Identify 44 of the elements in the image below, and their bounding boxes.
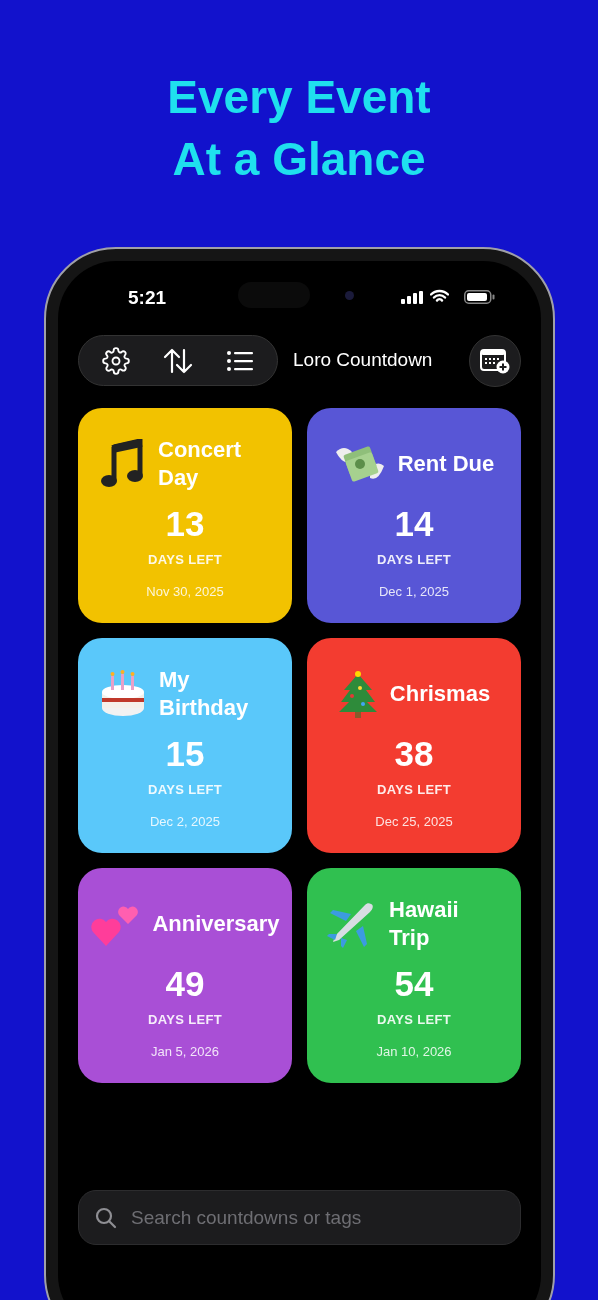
list-icon	[226, 348, 254, 373]
event-title: Anniversary	[152, 910, 280, 938]
calendar-add-icon	[480, 347, 510, 374]
music-note-icon	[100, 439, 146, 489]
days-left-label: DAYS LEFT	[377, 551, 451, 569]
signal-icon	[401, 291, 423, 304]
event-card[interactable]: Anniversary 49 DAYS LEFT Jan 5, 2026	[78, 868, 292, 1083]
event-date: Jan 10, 2026	[376, 1042, 452, 1061]
event-card[interactable]: Rent Due 14 DAYS LEFT Dec 1, 2025	[307, 408, 521, 623]
sort-arrows-icon	[162, 346, 194, 375]
event-title: My Birthday	[159, 666, 250, 722]
days-count: 38	[394, 734, 434, 774]
settings-icon	[102, 346, 130, 375]
days-count: 14	[394, 504, 434, 544]
wifi-icon	[430, 289, 449, 304]
event-date: Dec 25, 2025	[375, 812, 453, 831]
app-title: Loro Countdown	[293, 348, 433, 373]
event-date: Nov 30, 2025	[146, 582, 224, 601]
camera-icon	[345, 291, 354, 300]
days-count: 15	[165, 734, 205, 774]
event-date: Dec 2, 2025	[149, 812, 221, 831]
days-count: 13	[165, 504, 205, 544]
days-left-label: DAYS LEFT	[148, 1011, 222, 1029]
battery-icon	[464, 290, 495, 304]
status-time: 5:21	[128, 285, 167, 310]
days-left-label: DAYS LEFT	[377, 781, 451, 799]
tree-icon	[337, 670, 378, 718]
event-title: Chrismas	[389, 680, 491, 708]
event-title: Hawaii Trip	[389, 896, 460, 952]
event-card[interactable]: Chrismas 38 DAYS LEFT Dec 25, 2025	[307, 638, 521, 853]
event-date: Dec 1, 2025	[378, 582, 450, 601]
headline: Every Event	[167, 70, 431, 125]
days-left-label: DAYS LEFT	[377, 1011, 451, 1029]
cake-icon	[99, 670, 147, 718]
event-title: Concert Day	[158, 436, 243, 492]
days-count: 49	[165, 964, 205, 1004]
headline: At a Glance	[172, 132, 426, 187]
event-date: Jan 5, 2026	[151, 1042, 219, 1061]
days-count: 54	[394, 964, 434, 1004]
event-title: Rent Due	[397, 450, 495, 478]
search-field[interactable]: Search countdowns or tags	[78, 1190, 521, 1245]
event-card[interactable]: Hawaii Trip 54 DAYS LEFT Jan 10, 2026	[307, 868, 521, 1083]
days-left-label: DAYS LEFT	[148, 551, 222, 569]
days-left-label: DAYS LEFT	[148, 781, 222, 799]
